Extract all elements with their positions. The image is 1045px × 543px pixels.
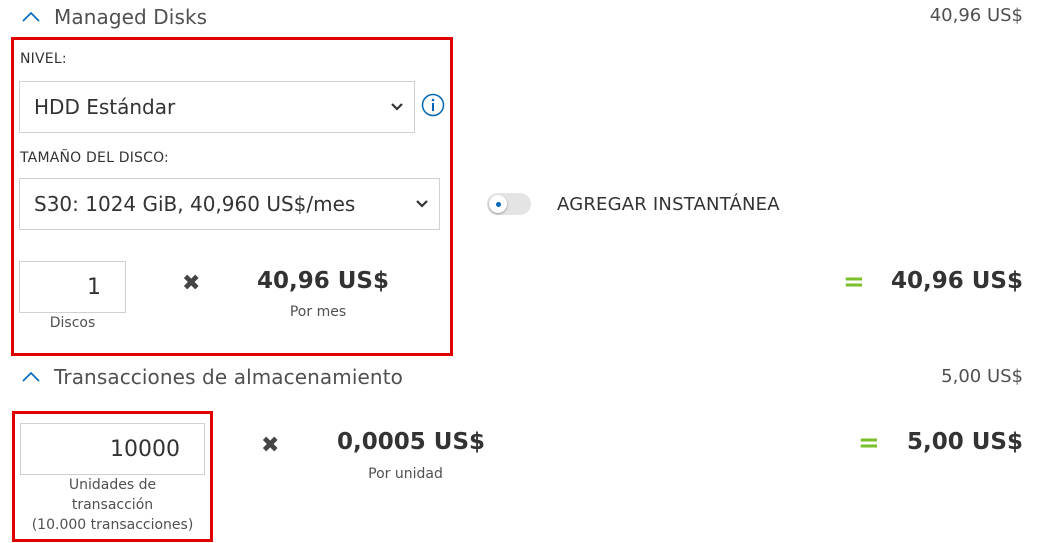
equals-sign: = bbox=[858, 428, 880, 458]
chevron-up-icon bbox=[22, 371, 40, 382]
toggle-knob bbox=[489, 195, 507, 213]
multiply-icon: ✖ bbox=[182, 271, 201, 296]
tier-select[interactable]: HDD Estándar bbox=[19, 81, 415, 133]
disk-size-select[interactable]: S30: 1024 GiB, 40,960 US$/mes bbox=[19, 178, 440, 230]
managed-disks-title: Managed Disks bbox=[54, 5, 208, 29]
disk-count-label: Discos bbox=[49, 315, 96, 331]
chevron-up-icon bbox=[22, 11, 40, 22]
disk-size-select-value: S30: 1024 GiB, 40,960 US$/mes bbox=[34, 192, 356, 216]
tier-label: NIVEL: bbox=[20, 51, 67, 67]
storage-transactions-title: Transacciones de almacenamiento bbox=[54, 365, 403, 389]
storage-transactions-total: 5,00 US$ bbox=[941, 366, 1023, 387]
chevron-down-icon bbox=[416, 200, 428, 208]
transaction-unit-price-label: Por unidad bbox=[368, 466, 443, 482]
transactions-subtotal: 5,00 US$ bbox=[907, 429, 1023, 455]
equals-sign: = bbox=[843, 267, 865, 297]
storage-transactions-section-header[interactable]: Transacciones de almacenamiento bbox=[20, 363, 403, 391]
managed-disks-section-header[interactable]: Managed Disks bbox=[20, 3, 207, 31]
transaction-units-label-line2: transacción bbox=[71, 497, 154, 513]
disk-size-label: TAMAÑO DEL DISCO: bbox=[20, 150, 169, 166]
add-snapshot-label: AGREGAR INSTANTÁNEA bbox=[557, 194, 780, 215]
multiply-icon: ✖ bbox=[261, 433, 280, 458]
chevron-down-icon bbox=[391, 103, 403, 111]
disk-count-input[interactable]: 1 bbox=[19, 261, 126, 313]
transaction-unit-price: 0,0005 US$ bbox=[337, 429, 486, 455]
disk-unit-price-label: Por mes bbox=[289, 304, 347, 320]
toggle-dot bbox=[496, 202, 501, 207]
disk-unit-price: 40,96 US$ bbox=[257, 268, 390, 294]
transaction-units-label-line1: Unidades de bbox=[68, 477, 157, 493]
managed-disks-total: 40,96 US$ bbox=[929, 5, 1023, 26]
transaction-units-label: Unidades de transacción (10.000 transacc… bbox=[15, 475, 210, 535]
info-icon[interactable] bbox=[421, 93, 445, 117]
disk-subtotal: 40,96 US$ bbox=[890, 268, 1023, 294]
transaction-units-input[interactable]: 10000 bbox=[20, 423, 205, 475]
tier-select-value: HDD Estándar bbox=[34, 95, 176, 119]
add-snapshot-toggle[interactable] bbox=[487, 193, 531, 215]
transaction-units-label-line3: (10.000 transacciones) bbox=[31, 517, 194, 533]
